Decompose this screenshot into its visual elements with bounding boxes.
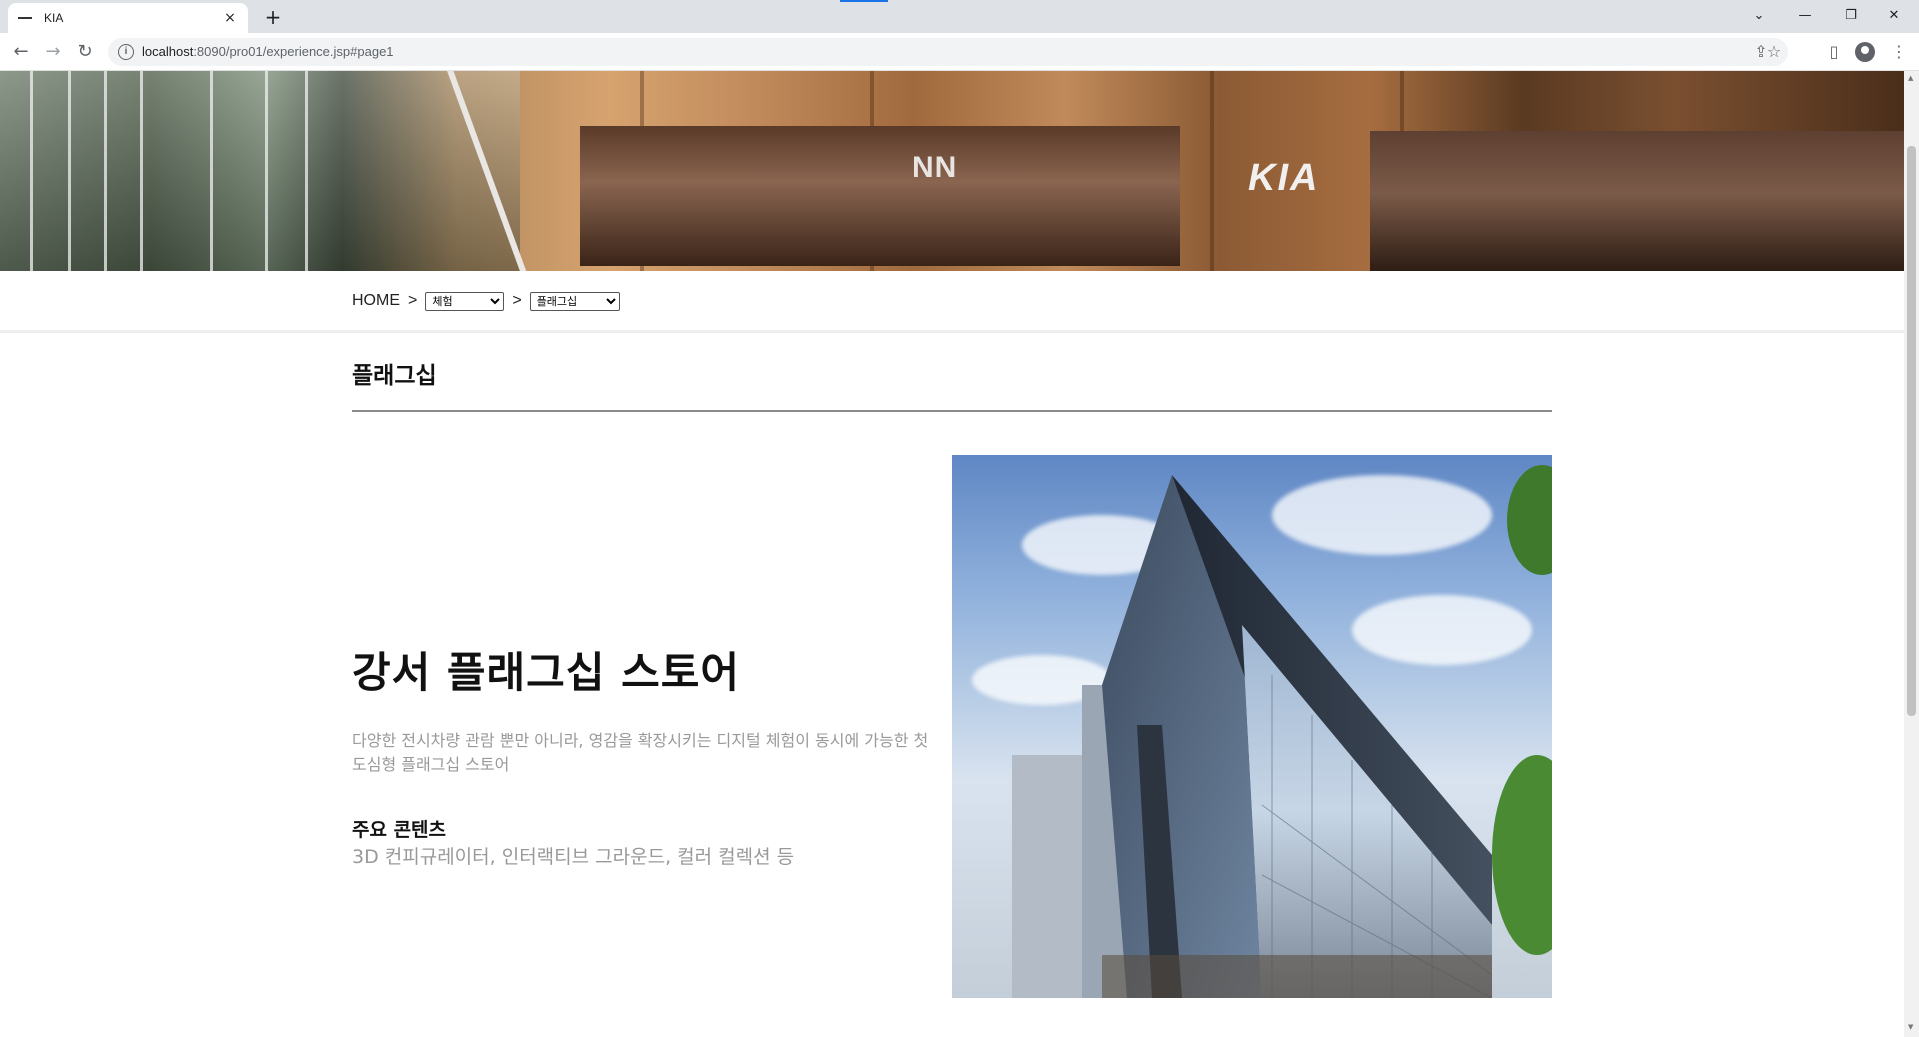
browser-tab[interactable]: KIA × bbox=[8, 3, 248, 33]
address-bar[interactable]: i localhost:8090/pro01/experience.jsp#pa… bbox=[108, 38, 1788, 66]
hero-frame bbox=[104, 71, 107, 271]
browser-menu-icon[interactable]: ⋮ bbox=[1888, 41, 1910, 63]
new-tab-button[interactable]: + bbox=[260, 5, 286, 31]
close-window-button[interactable]: ✕ bbox=[1874, 2, 1914, 30]
reload-button[interactable]: ↻ bbox=[73, 40, 97, 64]
scroll-up-icon[interactable]: ▲ bbox=[1908, 74, 1913, 82]
browser-toolbar: ← → ↻ i localhost:8090/pro01/experience.… bbox=[0, 33, 1919, 71]
hero-frame bbox=[210, 71, 213, 271]
category-select[interactable]: 체험 bbox=[425, 291, 505, 311]
hero-frame bbox=[305, 71, 308, 271]
building-illustration bbox=[1012, 475, 1492, 998]
breadcrumb-home[interactable]: HOME bbox=[352, 292, 400, 310]
hero-frame bbox=[140, 71, 143, 271]
hero-panel-right bbox=[1370, 131, 1904, 271]
main-contents-heading: 주요 콘텐츠 bbox=[352, 819, 447, 841]
loading-indicator bbox=[840, 0, 888, 2]
flagship-store-photo bbox=[952, 455, 1552, 998]
minimize-button[interactable]: — bbox=[1785, 2, 1825, 30]
page-scrollbar[interactable]: ▲ ▼ bbox=[1904, 71, 1919, 1037]
hero-glass-wall bbox=[0, 71, 520, 271]
section-divider bbox=[352, 410, 1552, 412]
tab-strip: KIA × + ⌄ — ❐ ✕ bbox=[0, 0, 1919, 33]
store-name-heading: 강서 플래그십 스토어 bbox=[352, 648, 741, 697]
hero-banner-image: NN KIA bbox=[0, 71, 1904, 271]
site-info-icon[interactable]: i bbox=[118, 44, 134, 60]
forward-button[interactable]: → bbox=[41, 40, 65, 64]
hero-kia-logo: KIA bbox=[1248, 157, 1320, 199]
store-description: 다양한 전시차량 관람 뿐만 아니라, 영감을 확장시키는 디지털 체험이 동시… bbox=[352, 731, 929, 774]
page-select[interactable]: 플래그십 bbox=[529, 291, 620, 311]
main-contents-text: 3D 컨피규레이터, 인터랙티브 그라운드, 컬러 컬렉션 등 bbox=[352, 846, 795, 868]
profile-avatar[interactable] bbox=[1855, 42, 1875, 62]
breadcrumb: HOME > 체험 > 플래그십 bbox=[352, 290, 620, 312]
breadcrumb-separator: > bbox=[408, 292, 418, 309]
tab-search-icon[interactable]: ⌄ bbox=[1739, 2, 1779, 30]
tab-title: KIA bbox=[44, 11, 64, 25]
url-host: localhost bbox=[142, 44, 194, 59]
breadcrumb-separator: > bbox=[512, 292, 522, 309]
url-path: :8090/pro01/experience.jsp#page1 bbox=[193, 44, 394, 59]
hero-frame bbox=[68, 71, 71, 271]
hero-slat bbox=[1210, 71, 1214, 271]
breadcrumb-divider bbox=[0, 330, 1904, 333]
scrollbar-thumb[interactable] bbox=[1907, 146, 1916, 716]
side-panel-icon[interactable]: ▯ bbox=[1823, 41, 1845, 63]
url-text[interactable]: localhost:8090/pro01/experience.jsp#page… bbox=[142, 44, 394, 59]
bookmark-star-icon[interactable]: ☆ bbox=[1764, 42, 1784, 61]
hero-frame bbox=[30, 71, 33, 271]
photo-tree bbox=[1492, 755, 1552, 955]
section-title: 플래그십 bbox=[352, 363, 437, 389]
photo-tree bbox=[1507, 465, 1552, 575]
hero-logo-left: NN bbox=[912, 151, 958, 184]
hero-panel-left bbox=[580, 126, 1180, 266]
hero-frame bbox=[265, 71, 268, 271]
restore-button[interactable]: ❐ bbox=[1831, 2, 1871, 30]
tab-close-icon[interactable]: × bbox=[222, 10, 238, 26]
scroll-down-icon[interactable]: ▼ bbox=[1908, 1023, 1913, 1031]
page-viewport: NN KIA HOME > 체험 > 플래그십 플래그십 강서 플래그십 스토어… bbox=[0, 71, 1904, 1037]
kia-favicon-icon bbox=[18, 13, 34, 23]
back-button[interactable]: ← bbox=[9, 40, 33, 64]
